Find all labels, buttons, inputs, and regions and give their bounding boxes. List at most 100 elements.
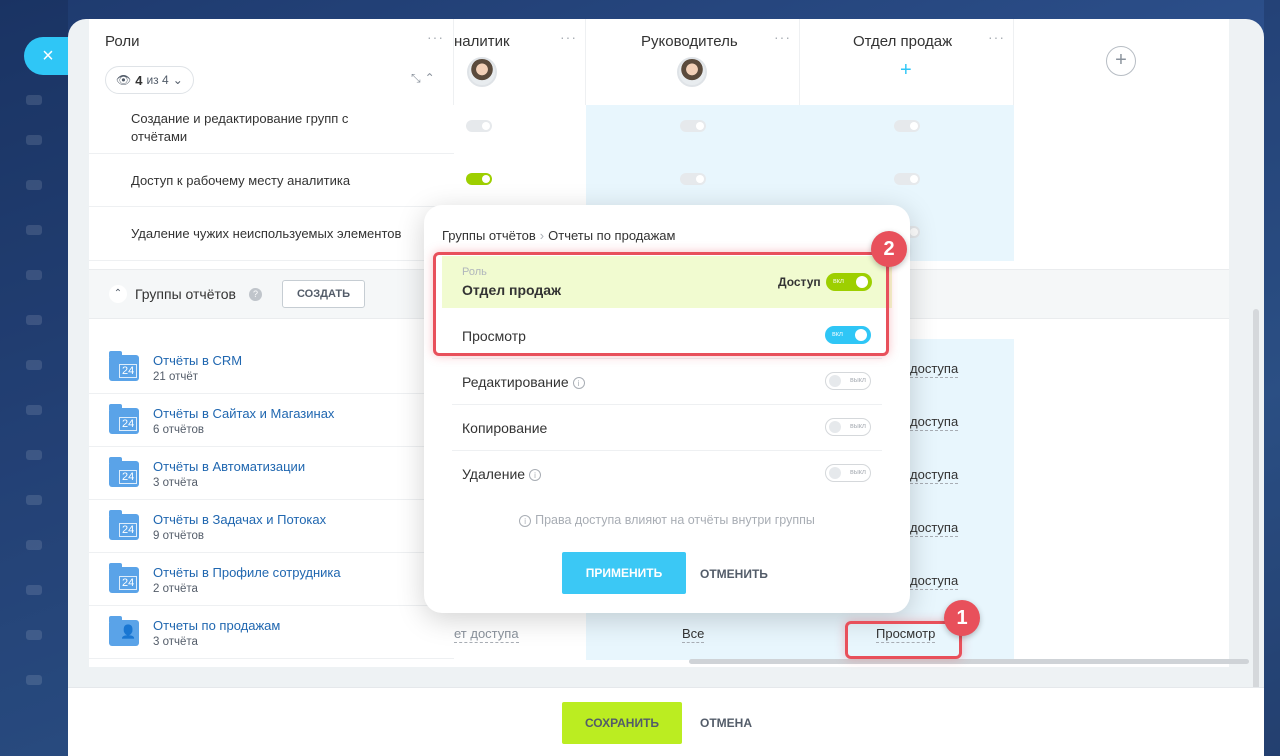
report-group-row[interactable]: 24 Отчёты в Задачах и Потоках 9 отчётов bbox=[89, 500, 454, 553]
report-group-name[interactable]: Отчёты в Автоматизации bbox=[153, 459, 305, 474]
permission-toggle[interactable] bbox=[466, 120, 492, 132]
access-note: i Права доступа влияют на отчёты внутри г… bbox=[424, 513, 910, 527]
copy-toggle[interactable]: выкл bbox=[825, 418, 871, 436]
vertical-scrollbar[interactable] bbox=[1253, 309, 1259, 749]
add-role-button[interactable]: + bbox=[1106, 46, 1136, 76]
app-icon bbox=[26, 405, 42, 415]
help-icon[interactable]: ? bbox=[249, 288, 262, 301]
report-group-count: 21 отчёт bbox=[153, 371, 199, 383]
cancel-button[interactable]: ОТМЕНА bbox=[700, 716, 752, 730]
app-icon bbox=[26, 585, 42, 595]
column-title: Руководитель bbox=[641, 33, 738, 50]
chevron-up-icon[interactable]: ⌃ bbox=[109, 285, 127, 303]
breadcrumb-item: Группы отчётов bbox=[442, 228, 536, 243]
access-value[interactable]: ет доступа bbox=[454, 626, 519, 643]
column-title: налитик bbox=[454, 33, 510, 50]
option-row-copy: Копирование выкл bbox=[452, 405, 882, 451]
folder-icon: 24 bbox=[109, 510, 139, 540]
step-badge-2: 2 bbox=[871, 231, 907, 267]
apply-button[interactable]: ПРИМЕНИТЬ bbox=[562, 552, 686, 594]
column-title: Отдел продаж bbox=[853, 33, 953, 50]
permission-label: Доступ к рабочему месту аналитика bbox=[131, 173, 351, 188]
access-value[interactable]: доступа bbox=[910, 361, 959, 378]
report-group-count: 3 отчёта bbox=[153, 477, 198, 489]
permission-label: Создание и редактирование групп с отчёта… bbox=[131, 111, 349, 144]
option-row-edit: Редактирование i выкл bbox=[452, 359, 882, 405]
permission-label: Удаление чужих неиспользуемых элементов bbox=[131, 226, 402, 241]
option-label: Копирование bbox=[462, 420, 548, 436]
info-icon[interactable]: i bbox=[529, 469, 542, 482]
collapse-expand-icon[interactable]: ⤡⌃ bbox=[411, 71, 439, 86]
report-group-count: 6 отчётов bbox=[153, 424, 205, 436]
roles-header: Роли ··· 👁 4 из 4 ⌄ ⤡⌃ bbox=[89, 19, 454, 105]
report-group-name[interactable]: Отчеты по продажам bbox=[153, 618, 280, 633]
option-row-delete: Удаление i выкл bbox=[452, 451, 882, 497]
report-group-row[interactable]: 24 Отчёты в Сайтах и Магазинах 6 отчётов bbox=[89, 394, 454, 447]
breadcrumb: Группы отчётов › Отчеты по продажам bbox=[442, 228, 675, 243]
column-menu-icon[interactable]: ··· bbox=[560, 29, 577, 45]
permission-toggle[interactable] bbox=[680, 173, 706, 185]
permission-toggle[interactable] bbox=[894, 120, 920, 132]
column-menu-icon[interactable]: ··· bbox=[988, 29, 1005, 45]
highlight-box-1 bbox=[845, 621, 962, 659]
permission-toggle[interactable] bbox=[466, 173, 492, 185]
info-icon: i bbox=[519, 514, 532, 527]
permission-toggle[interactable] bbox=[680, 120, 706, 132]
app-icon bbox=[26, 360, 42, 370]
roles-title: Роли bbox=[105, 33, 140, 50]
app-icon bbox=[26, 315, 42, 325]
breadcrumb-item: Отчеты по продажам bbox=[548, 228, 676, 243]
report-group-count: 9 отчётов bbox=[153, 530, 205, 542]
permission-row: Доступ к рабочему месту аналитика bbox=[89, 154, 454, 207]
delete-toggle[interactable]: выкл bbox=[825, 464, 871, 482]
chevron-down-icon: ⌄ bbox=[172, 73, 183, 87]
option-label: Удаление i bbox=[462, 466, 542, 482]
roles-filter-button[interactable]: 👁 4 из 4 ⌄ bbox=[105, 66, 194, 94]
plus-icon[interactable]: + bbox=[900, 59, 912, 82]
folder-icon: 24 bbox=[109, 563, 139, 593]
report-group-name[interactable]: Отчёты в Сайтах и Магазинах bbox=[153, 406, 334, 421]
close-slider-button[interactable]: × bbox=[24, 37, 68, 75]
column-header-sales: Отдел продаж ··· + bbox=[800, 19, 1014, 105]
app-icon bbox=[26, 495, 42, 505]
column-menu-icon[interactable]: ··· bbox=[774, 29, 791, 45]
horizontal-scrollbar[interactable] bbox=[689, 659, 1249, 664]
info-icon[interactable]: i bbox=[572, 377, 585, 390]
roles-menu-icon[interactable]: ··· bbox=[427, 29, 444, 45]
app-icon bbox=[26, 270, 42, 280]
column-header-manager: Руководитель ··· bbox=[586, 19, 800, 105]
report-group-count: 3 отчёта bbox=[153, 636, 198, 648]
permission-toggle[interactable] bbox=[894, 173, 920, 185]
app-icon bbox=[26, 630, 42, 640]
permission-row: Удаление чужих неиспользуемых элементов bbox=[89, 207, 454, 261]
access-value[interactable]: доступа bbox=[910, 467, 959, 484]
close-icon: × bbox=[42, 45, 54, 67]
report-group-row[interactable]: 24 Отчёты в Автоматизации 3 отчёта bbox=[89, 447, 454, 500]
report-group-row[interactable]: 24 Отчёты в CRM 21 отчёт bbox=[89, 341, 454, 394]
plus-icon: + bbox=[1115, 49, 1127, 71]
edit-toggle[interactable]: выкл bbox=[825, 372, 871, 390]
app-icon bbox=[26, 225, 42, 235]
eye-icon: 👁 bbox=[116, 73, 132, 87]
column-header-analyst: налитик ··· bbox=[454, 19, 586, 105]
app-icon bbox=[26, 95, 42, 105]
report-group-row[interactable]: 👤 Отчеты по продажам 3 отчёта bbox=[89, 606, 454, 659]
report-group-name[interactable]: Отчёты в CRM bbox=[153, 353, 242, 368]
manager-avatar bbox=[677, 57, 707, 87]
save-button[interactable]: СОХРАНИТЬ bbox=[562, 702, 682, 744]
access-value[interactable]: доступа bbox=[910, 573, 959, 590]
app-icon bbox=[26, 180, 42, 190]
footer-bar: СОХРАНИТЬ ОТМЕНА bbox=[68, 687, 1264, 756]
report-group-name[interactable]: Отчёты в Профиле сотрудника bbox=[153, 565, 341, 580]
create-group-button[interactable]: СОЗДАТЬ bbox=[282, 280, 365, 308]
app-icon bbox=[26, 540, 42, 550]
app-icon bbox=[26, 450, 42, 460]
popup-cancel-button[interactable]: ОТМЕНИТЬ bbox=[700, 567, 768, 581]
report-group-row[interactable]: 24 Отчёты в Профиле сотрудника 2 отчёта bbox=[89, 553, 454, 606]
access-value[interactable]: Все bbox=[682, 626, 705, 643]
chevron-right-icon: › bbox=[539, 228, 545, 243]
access-value[interactable]: доступа bbox=[910, 414, 959, 431]
access-value[interactable]: доступа bbox=[910, 520, 959, 537]
report-group-name[interactable]: Отчёты в Задачах и Потоках bbox=[153, 512, 326, 527]
step-badge-1: 1 bbox=[944, 600, 980, 636]
